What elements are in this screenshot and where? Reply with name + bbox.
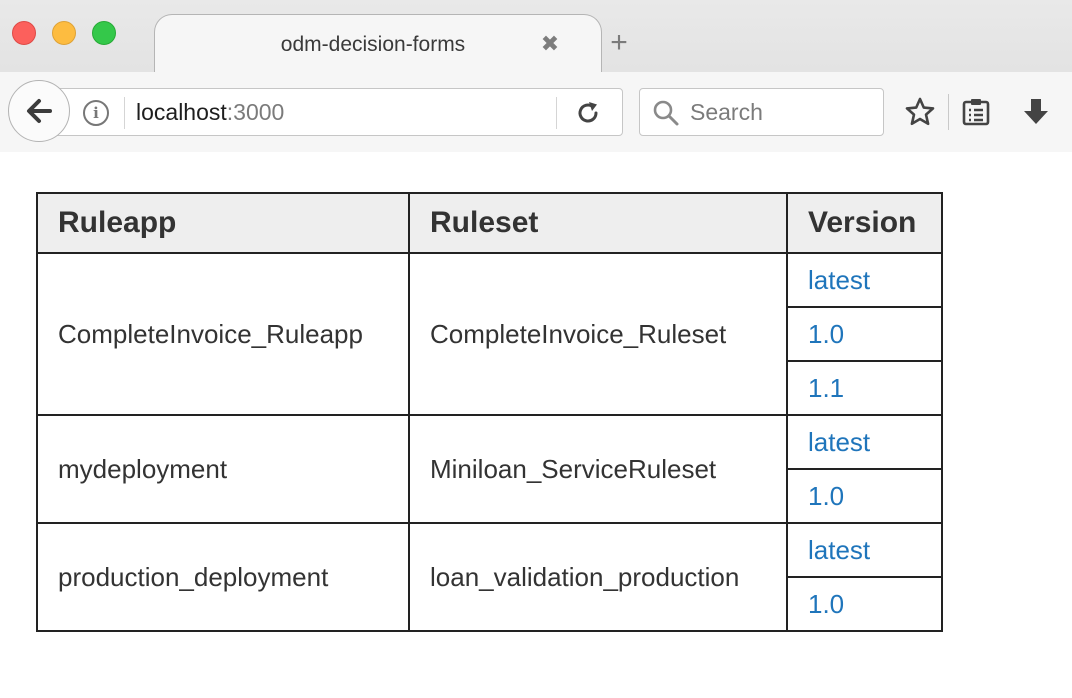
nav-toolbar: i localhost:3000: [0, 72, 1072, 152]
url-text[interactable]: localhost:3000: [136, 99, 284, 126]
url-divider: [124, 97, 125, 129]
version-link[interactable]: latest: [808, 265, 870, 295]
page-content: Ruleapp Ruleset Version CompleteInvoice_…: [0, 153, 1072, 698]
tab-title: odm-decision-forms: [280, 33, 466, 56]
version-link[interactable]: latest: [808, 535, 870, 565]
close-tab-icon[interactable]: ✖: [539, 31, 561, 57]
reader-list-icon[interactable]: [960, 96, 992, 128]
header-version: Version: [786, 192, 943, 254]
deployments-table: Ruleapp Ruleset Version CompleteInvoice_…: [36, 192, 943, 632]
reload-divider: [556, 97, 557, 129]
version-cell: 1.1: [786, 360, 943, 416]
info-icon[interactable]: i: [83, 100, 109, 126]
table-header-row: Ruleapp Ruleset Version: [36, 192, 943, 254]
version-link[interactable]: latest: [808, 427, 870, 457]
version-link[interactable]: 1.0: [808, 481, 844, 511]
back-arrow-icon: [27, 99, 52, 123]
version-link[interactable]: 1.0: [808, 589, 844, 619]
close-window-button[interactable]: [12, 21, 36, 45]
table-row: mydeployment Miniloan_ServiceRuleset lat…: [36, 414, 943, 524]
zoom-window-button[interactable]: [92, 21, 116, 45]
ruleset-cell: loan_validation_production: [408, 522, 788, 632]
search-input[interactable]: [690, 95, 870, 129]
reload-icon[interactable]: [575, 100, 601, 126]
table-row: production_deployment loan_validation_pr…: [36, 522, 943, 632]
address-bar[interactable]: i localhost:3000: [48, 88, 623, 136]
ruleset-cell: Miniloan_ServiceRuleset: [408, 414, 788, 524]
version-cell: latest: [786, 252, 943, 308]
search-bar[interactable]: [639, 88, 884, 136]
header-ruleapp: Ruleapp: [36, 192, 410, 254]
version-cell: 1.0: [786, 576, 943, 632]
version-link[interactable]: 1.0: [808, 319, 844, 349]
minimize-window-button[interactable]: [52, 21, 76, 45]
version-cell: 1.0: [786, 468, 943, 524]
back-button[interactable]: [8, 80, 70, 142]
table-row: CompleteInvoice_Ruleapp CompleteInvoice_…: [36, 252, 943, 416]
search-icon: [653, 100, 679, 126]
header-ruleset: Ruleset: [408, 192, 788, 254]
ruleapp-cell: mydeployment: [36, 414, 410, 524]
download-icon[interactable]: [1020, 96, 1052, 128]
ruleapp-cell: CompleteInvoice_Ruleapp: [36, 252, 410, 416]
version-cell: 1.0: [786, 306, 943, 362]
active-tab[interactable]: odm-decision-forms ✖: [154, 14, 602, 74]
toolbar-divider: [948, 94, 949, 130]
new-tab-button[interactable]: +: [604, 28, 634, 58]
tab-strip: odm-decision-forms ✖ +: [0, 0, 1072, 74]
version-cell: latest: [786, 414, 943, 470]
browser-chrome: odm-decision-forms ✖ + i localhost:3000: [0, 0, 1072, 152]
ruleset-cell: CompleteInvoice_Ruleset: [408, 252, 788, 416]
ruleapp-cell: production_deployment: [36, 522, 410, 632]
url-port: :3000: [226, 99, 285, 125]
version-cell: latest: [786, 522, 943, 578]
version-link[interactable]: 1.1: [808, 373, 844, 403]
star-icon[interactable]: [904, 96, 936, 128]
url-host: localhost: [136, 99, 227, 125]
